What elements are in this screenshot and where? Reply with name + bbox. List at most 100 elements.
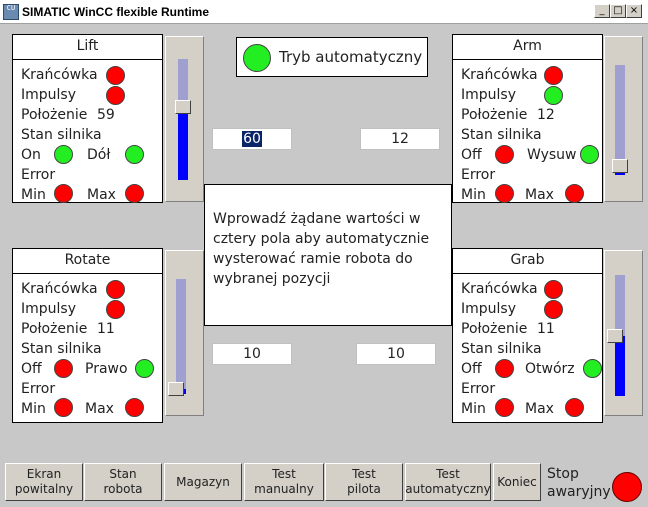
auto-mode-led: [243, 44, 271, 72]
arm-min-led: [495, 184, 514, 203]
arm-slider-thumb[interactable]: [612, 159, 628, 174]
rotate-max-led: [125, 398, 144, 417]
emergency-stop-button[interactable]: [612, 472, 642, 502]
lift-direction-label: Dół: [87, 147, 111, 163]
rotate-onoff-label: Off: [21, 361, 42, 377]
auto-mode-label: Tryb automatyczny: [279, 48, 423, 66]
nav-pilot-test-line2: pilota: [347, 482, 381, 496]
arm-limit-led: [544, 66, 563, 85]
nav-auto-test-line2: automatyczny: [405, 482, 491, 496]
grab-slider-fill: [615, 335, 625, 396]
lift-limit-label: Krańcówka: [21, 67, 98, 83]
rotate-slider-track: [176, 279, 186, 394]
lift-impulses-label: Impulsy: [21, 87, 76, 103]
nav-exit-button[interactable]: Koniec: [493, 463, 541, 501]
arm-slider[interactable]: [604, 36, 643, 202]
arm-direction-led: [580, 145, 599, 164]
nav-robot-state-button[interactable]: Stan robota: [84, 463, 162, 501]
rotate-error-label: Error: [21, 381, 56, 397]
rotate-slider-thumb[interactable]: [168, 382, 184, 397]
rotate-min-label: Min: [21, 401, 46, 417]
close-icon: ×: [629, 5, 639, 16]
lift-slider-thumb[interactable]: [175, 100, 191, 115]
nav-welcome-button[interactable]: Ekran powitalny: [5, 463, 83, 501]
grab-impulses-label: Impulsy: [461, 301, 516, 317]
close-button[interactable]: ×: [626, 4, 642, 18]
nav-auto-test-button[interactable]: Test automatyczny: [405, 463, 491, 501]
arm-impulses-label: Impulsy: [461, 87, 516, 103]
grab-limit-led: [544, 280, 563, 299]
lift-title: Lift: [13, 35, 162, 60]
grab-slider-thumb[interactable]: [607, 328, 623, 343]
grab-panel: Grab Krańcówka Impulsy Położenie 11 Stan…: [452, 248, 603, 423]
arm-target-input[interactable]: 12: [360, 128, 440, 150]
grab-min-label: Min: [461, 401, 486, 417]
rotate-impulses-led: [106, 300, 125, 319]
arm-limit-label: Krańcówka: [461, 67, 538, 83]
lift-slider-fill: [178, 107, 188, 180]
rotate-onoff-led: [54, 359, 73, 378]
grab-position-value: 11: [537, 321, 555, 337]
lift-position-label: Położenie: [21, 107, 88, 123]
stop-line2: awaryjny: [547, 484, 611, 500]
rotate-motor-label: Stan silnika: [21, 341, 102, 357]
nav-manual-test-button[interactable]: Test manualny: [244, 463, 324, 501]
rotate-direction-led: [135, 359, 154, 378]
lift-target-value: 60: [242, 131, 262, 147]
lift-slider[interactable]: [165, 36, 204, 202]
arm-motor-label: Stan silnika: [461, 127, 542, 143]
nav-auto-test-line1: Test: [436, 467, 460, 481]
rotate-max-label: Max: [85, 401, 114, 417]
grab-title: Grab: [453, 249, 602, 274]
nav-pilot-test-button[interactable]: Test pilota: [325, 463, 403, 501]
nav-warehouse-line1: Magazyn: [176, 474, 230, 489]
lift-max-led: [125, 184, 144, 203]
rotate-impulses-label: Impulsy: [21, 301, 76, 317]
window-title: SIMATIC WinCC flexible Runtime: [22, 5, 210, 19]
instruction-box: Wprowadź żądane wartości w cztery pola a…: [204, 184, 452, 326]
grab-slider[interactable]: [604, 250, 643, 416]
nav-robot-state-line2: robota: [103, 482, 143, 496]
arm-onoff-led: [495, 145, 514, 164]
arm-direction-label: Wysuw: [527, 147, 577, 163]
grab-direction-led: [583, 359, 602, 378]
instruction-text: Wprowadź żądane wartości w cztery pola a…: [213, 211, 430, 287]
nav-warehouse-button[interactable]: Magazyn: [164, 463, 242, 501]
arm-onoff-label: Off: [461, 147, 482, 163]
lift-target-input[interactable]: 60: [212, 128, 292, 150]
rotate-target-input[interactable]: 10: [212, 343, 292, 365]
grab-max-led: [565, 398, 584, 417]
grab-error-label: Error: [461, 381, 496, 397]
lift-min-label: Min: [21, 187, 46, 203]
maximize-button[interactable]: □: [610, 4, 626, 18]
arm-position-value: 12: [537, 107, 555, 123]
rotate-panel: Rotate Krańcówka Impulsy Położenie 11 St…: [12, 248, 163, 423]
grab-direction-label: Otwórz: [525, 361, 575, 377]
lift-onoff-label: On: [21, 147, 41, 163]
app-icon: CU: [3, 4, 19, 20]
grab-motor-label: Stan silnika: [461, 341, 542, 357]
app-icon-label: CU: [6, 4, 16, 12]
arm-max-label: Max: [525, 187, 554, 203]
rotate-position-label: Położenie: [21, 321, 88, 337]
title-bar: CU SIMATIC WinCC flexible Runtime _ □ ×: [0, 0, 648, 24]
lift-slider-track: [178, 59, 188, 180]
arm-error-label: Error: [461, 167, 496, 183]
grab-impulses-led: [544, 300, 563, 319]
grab-onoff-label: Off: [461, 361, 482, 377]
rotate-limit-led: [106, 280, 125, 299]
nav-welcome-line2: powitalny: [14, 482, 74, 496]
arm-min-label: Min: [461, 187, 486, 203]
nav-exit-line1: Koniec: [497, 474, 537, 489]
grab-onoff-led: [495, 359, 514, 378]
lift-panel: Lift Krańcówka Impulsy Położenie 59 Stan…: [12, 34, 163, 203]
minimize-button[interactable]: _: [594, 4, 610, 18]
rotate-limit-label: Krańcówka: [21, 281, 98, 297]
nav-pilot-test-line1: Test: [352, 467, 376, 481]
grab-position-label: Położenie: [461, 321, 528, 337]
lift-direction-led: [125, 145, 144, 164]
lift-max-label: Max: [87, 187, 116, 203]
rotate-slider[interactable]: [165, 250, 204, 416]
auto-mode-panel: Tryb automatyczny: [236, 37, 428, 77]
grab-target-input[interactable]: 10: [356, 343, 436, 365]
